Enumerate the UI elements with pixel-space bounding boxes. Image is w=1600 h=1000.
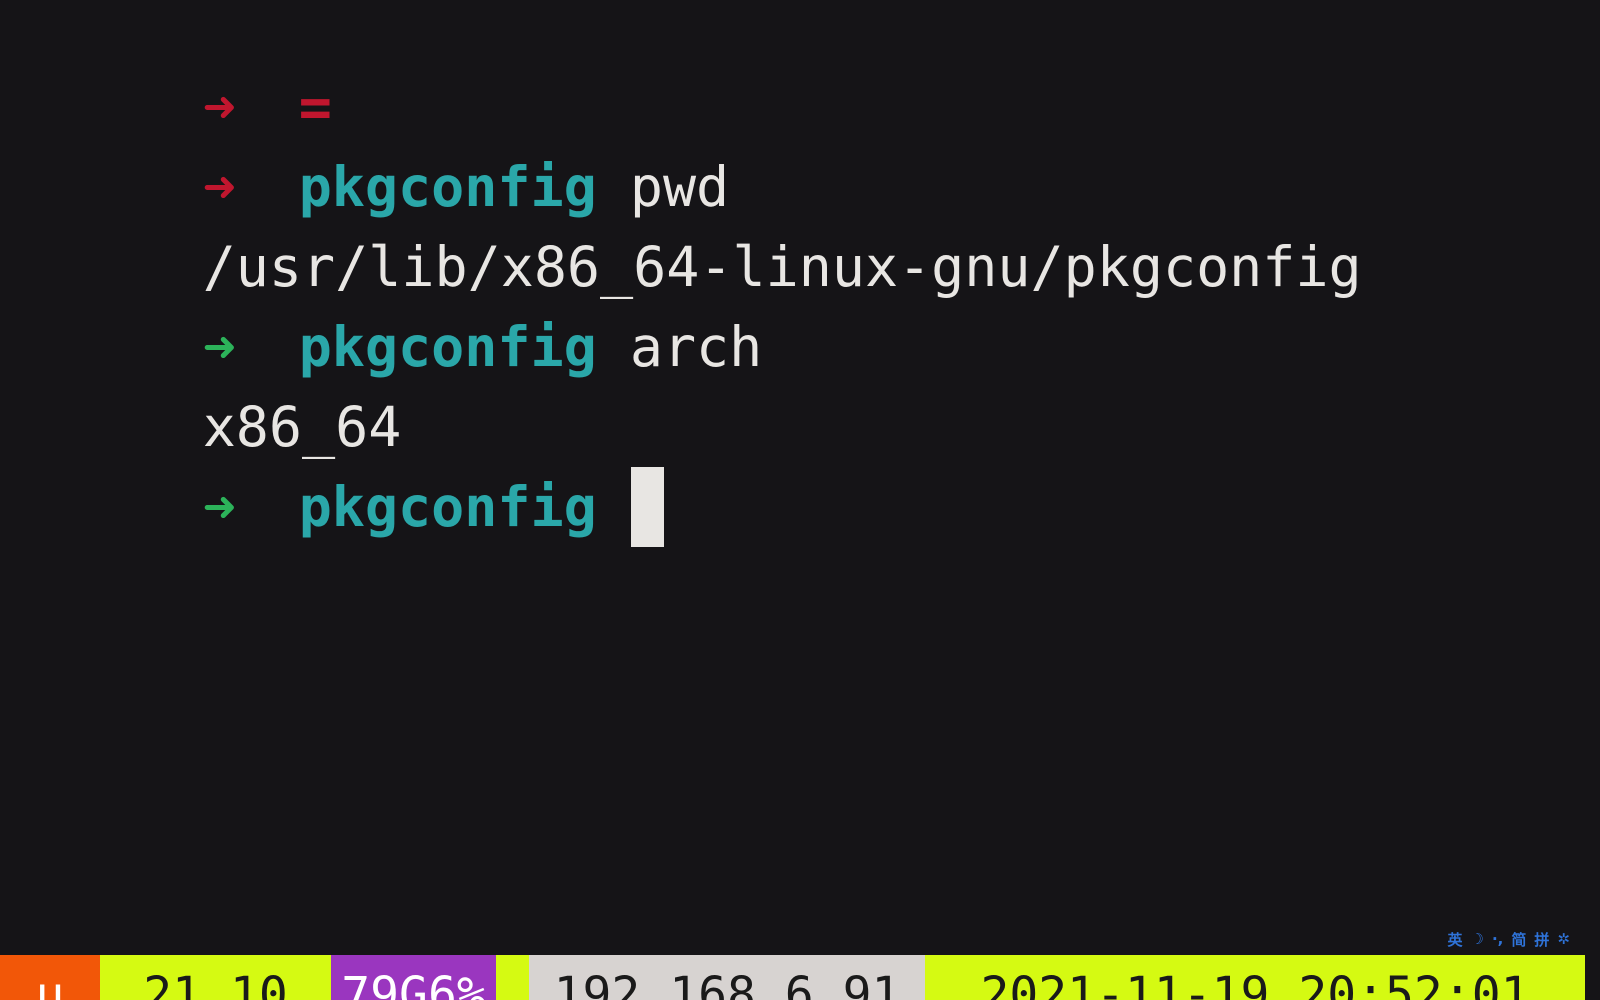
moon-icon[interactable]: ☽ — [1471, 930, 1484, 948]
terminal-output[interactable]: ➜ = ➜ pkgconfig pwd /usr/lib/x86_64-linux-… — [0, 0, 1600, 940]
ime-simplified-toggle[interactable]: 简 — [1511, 929, 1526, 950]
command-output: /usr/lib/x86_64-linux-gnu/pkgconfig — [4, 147, 1362, 299]
tmux-status-bar: u 21.10 79G6% 192.168.6.91 2021-11-19 20… — [0, 955, 1600, 1000]
command-output: x86_64 — [4, 307, 402, 459]
status-datetime: 2021-11-19 20:52:01 — [925, 955, 1585, 1000]
status-session: u — [0, 955, 100, 1000]
terminal-window: ➜ = ➜ pkgconfig pwd /usr/lib/x86_64-linux-… — [0, 0, 1600, 1000]
text-cursor[interactable] — [630, 467, 664, 547]
prompt-line: ➜ pkgconfig pwd — [4, 67, 729, 219]
status-ip-address: 192.168.6.91 — [529, 955, 925, 1000]
prompt-directory: pkgconfig — [298, 475, 597, 539]
ime-language-toggle[interactable]: 英 — [1448, 929, 1463, 950]
prompt-arrow-icon: ➜ — [202, 475, 236, 539]
punctuation-icon[interactable]: ·, — [1492, 930, 1503, 948]
gear-icon[interactable]: ✲ — [1557, 930, 1570, 948]
command-text: arch — [629, 315, 763, 379]
status-edge — [1585, 955, 1600, 1000]
active-prompt-line[interactable]: ➜ pkgconfig — [4, 387, 664, 547]
ime-pinyin-toggle[interactable]: 拼 — [1534, 929, 1549, 950]
prompt-line: ➜ = — [4, 0, 332, 139]
status-os-version: 21.10 — [100, 955, 331, 1000]
ime-toolbar: 英 ☽ ·, 简 拼 ✲ — [1448, 928, 1570, 950]
status-memory: 79G6% — [331, 955, 496, 1000]
prompt-line: ➜ pkgconfig arch — [4, 227, 763, 379]
status-spacer — [496, 955, 529, 1000]
